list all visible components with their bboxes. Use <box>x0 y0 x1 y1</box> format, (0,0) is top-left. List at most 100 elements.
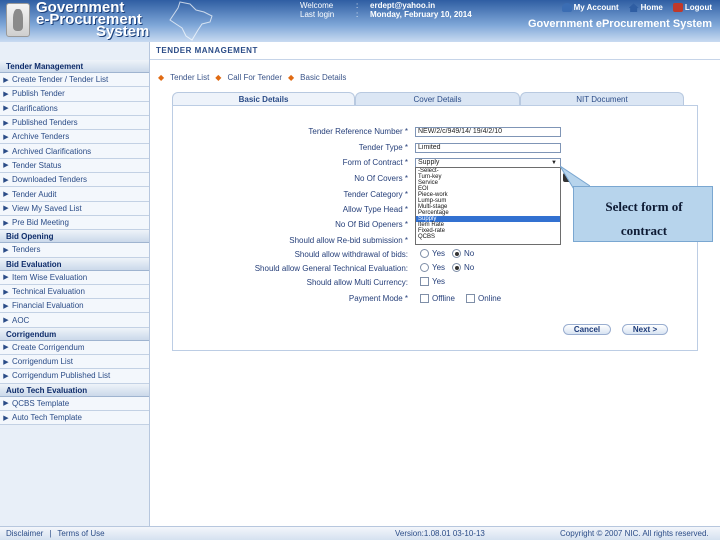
system-title: Government eProcurement System <box>527 18 712 30</box>
checkbox[interactable] <box>420 277 429 286</box>
yes-label: Yes <box>432 249 446 258</box>
sidebar-item-tender-status[interactable]: ▶ Tender Status <box>0 158 149 174</box>
sidebar-item-archived-clarifications[interactable]: ▶ Archived Clarifications <box>0 144 149 159</box>
sidebar-item-label: Create Corrigendum <box>12 342 85 352</box>
sidebar-item-label: Publish Tender <box>12 89 65 99</box>
chevron-right-icon: ▶ <box>3 133 9 141</box>
breadcrumb-basic-details: Basic Details <box>300 73 347 82</box>
yes-label: Yes <box>432 263 446 272</box>
tab-nit-document[interactable]: NIT Document <box>520 92 684 105</box>
general-tech-yes[interactable]: Yes <box>420 263 445 272</box>
sidebar-item-archive-tenders[interactable]: ▶ Archive Tenders <box>0 130 149 145</box>
sidebar-item-label: Downloaded Tenders <box>12 175 88 185</box>
app-logo: Government e-Procurement System <box>36 0 149 39</box>
sidebar-item-label: Create Tender / Tender List <box>12 75 109 85</box>
chevron-right-icon: ▶ <box>3 219 9 227</box>
withdrawal-no[interactable]: No <box>452 249 474 258</box>
sidebar-item-label: Pre Bid Meeting <box>12 218 69 228</box>
withdrawal-yes[interactable]: Yes <box>420 249 445 258</box>
radio-button-selected[interactable] <box>452 263 461 272</box>
chevron-right-icon: ▶ <box>3 274 9 282</box>
next-button[interactable]: Next > <box>622 324 668 335</box>
tender-category-label: Tender Category * <box>343 190 408 199</box>
radio-button[interactable] <box>420 263 429 272</box>
breadcrumb: ◆ Tender List ◆ Call For Tender ◆ Basic … <box>158 73 346 82</box>
my-account-label: My Account <box>573 3 619 12</box>
tab-cover-details[interactable]: Cover Details <box>355 92 520 105</box>
sidebar-item-clarifications[interactable]: ▶ Clarifications <box>0 101 149 116</box>
sidebar-item-published-tenders[interactable]: ▶ Published Tenders <box>0 115 149 131</box>
sidebar-item-label: Corrigendum Published List <box>12 371 111 381</box>
chevron-right-icon: ▶ <box>3 90 9 98</box>
logout-link[interactable]: Logout <box>672 3 712 13</box>
tender-ref-input[interactable]: NEW/2/c/949/14/ 19/4/2/10 <box>415 127 561 137</box>
sidebar-item-create-tender[interactable]: ▶ Create Tender / Tender List <box>0 73 149 88</box>
sidebar-item-publish-tender[interactable]: ▶ Publish Tender <box>0 87 149 102</box>
chevron-right-icon: ▶ <box>3 372 9 380</box>
multi-currency-yes[interactable]: Yes <box>420 277 445 286</box>
tender-type-label: Tender Type * <box>358 143 408 152</box>
disclaimer-link[interactable]: Disclaimer <box>6 529 43 538</box>
sidebar-section-tender-management: Tender Management <box>0 60 149 73</box>
sidebar-item-label: Financial Evaluation <box>12 301 84 311</box>
home-icon <box>628 3 639 13</box>
chevron-right-icon: ▶ <box>3 162 9 170</box>
last-login-label: Last login <box>300 10 335 19</box>
radio-button-selected[interactable] <box>452 249 461 258</box>
payment-online[interactable]: Online <box>466 294 501 303</box>
dropdown-option[interactable]: QCBS <box>416 234 560 240</box>
chevron-right-icon: ▶ <box>3 105 9 113</box>
sidebar-item-label: Corrigendum List <box>12 357 73 367</box>
sidebar-item-label: Archive Tenders <box>12 132 70 142</box>
tender-type-select[interactable]: Limited <box>415 143 561 153</box>
checkbox[interactable] <box>466 294 475 303</box>
chevron-right-icon: ▶ <box>3 358 9 366</box>
form-of-contract-dropdown[interactable]: -Select- Turn-key Service EOI Piece-work… <box>415 167 561 245</box>
sidebar-item-corrigendum-published-list[interactable]: ▶ Corrigendum Published List <box>0 369 149 384</box>
annotation-callout: Select form of contract <box>573 186 713 242</box>
app-header: Government e-Procurement System Welcome … <box>0 0 720 42</box>
welcome-label: Welcome <box>300 1 334 10</box>
tab-basic-details[interactable]: Basic Details <box>172 92 355 105</box>
sidebar-item-downloaded-tenders[interactable]: ▶ Downloaded Tenders <box>0 173 149 188</box>
sidebar-item-aoc[interactable]: ▶ AOC <box>0 313 149 328</box>
sidebar-item-auto-tech-template[interactable]: ▶ Auto Tech Template <box>0 410 149 426</box>
page-title: TENDER MANAGEMENT <box>156 46 258 55</box>
sidebar-item-create-corrigendum[interactable]: ▶ Create Corrigendum <box>0 340 149 356</box>
user-icon <box>561 3 572 13</box>
sidebar-item-label: View My Saved List <box>12 203 82 213</box>
callout-text: Select form of contract <box>574 195 714 243</box>
user-info: Welcome : erdept@yahoo.in Last login : M… <box>300 1 472 19</box>
colon-sep: : <box>356 1 359 10</box>
bullet-icon: ◆ <box>215 73 222 82</box>
home-link[interactable]: Home <box>628 3 663 13</box>
chevron-right-icon: ▶ <box>3 400 9 408</box>
checkbox[interactable] <box>420 294 429 303</box>
radio-button[interactable] <box>420 249 429 258</box>
sidebar-item-view-saved-list[interactable]: ▶ View My Saved List <box>0 201 149 216</box>
cancel-button[interactable]: Cancel <box>563 324 611 335</box>
sidebar-item-tender-audit[interactable]: ▶ Tender Audit <box>0 187 149 202</box>
breadcrumb-tender-list[interactable]: Tender List <box>170 73 209 82</box>
offline-label: Offline <box>432 294 455 303</box>
national-emblem-icon <box>6 3 30 37</box>
general-tech-no[interactable]: No <box>452 263 474 272</box>
sidebar-item-financial-evaluation[interactable]: ▶ Financial Evaluation <box>0 299 149 314</box>
sidebar-item-tenders[interactable]: ▶ Tenders <box>0 243 149 258</box>
footer-links: Disclaimer | Terms of Use <box>6 529 105 538</box>
payment-offline[interactable]: Offline <box>420 294 455 303</box>
breadcrumb-call-for-tender[interactable]: Call For Tender <box>227 73 282 82</box>
sidebar-item-label: Technical Evaluation <box>12 287 85 296</box>
sidebar-item-technical-evaluation[interactable]: ▶ Technical Evaluation <box>0 284 149 300</box>
form-of-contract-label: Form of Contract * <box>342 158 408 167</box>
no-of-bid-openers-label: No Of Bid Openers * <box>335 220 408 229</box>
my-account-link[interactable]: My Account <box>561 3 619 13</box>
sidebar-item-qcbs-template[interactable]: ▶ QCBS Template <box>0 396 149 411</box>
chevron-right-icon: ▶ <box>3 148 9 156</box>
terms-link[interactable]: Terms of Use <box>57 529 104 538</box>
sidebar-item-corrigendum-list[interactable]: ▶ Corrigendum List <box>0 355 149 370</box>
copyright-text: Copyright © 2007 NIC. All rights reserve… <box>560 529 709 538</box>
sidebar-item-pre-bid-meeting[interactable]: ▶ Pre Bid Meeting <box>0 215 149 231</box>
sidebar-item-item-wise-evaluation[interactable]: ▶ Item Wise Evaluation <box>0 270 149 285</box>
tab-bar: Basic Details Cover Details NIT Document <box>172 92 684 105</box>
